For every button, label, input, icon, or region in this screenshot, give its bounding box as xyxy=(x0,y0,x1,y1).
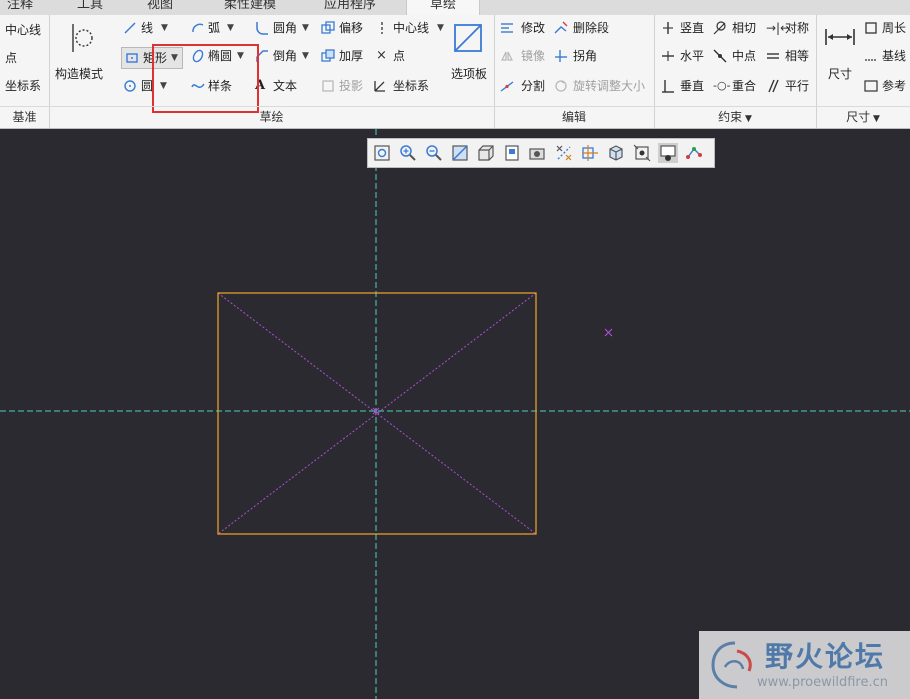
tab-flexible-modeling[interactable]: 柔性建模 xyxy=(210,0,290,15)
symmetric-icon: →|← xyxy=(766,21,791,35)
sketch-geometry xyxy=(0,129,910,699)
tab-annotate[interactable]: 注释 xyxy=(0,0,40,15)
thicken-icon xyxy=(321,49,335,62)
rectangle-icon xyxy=(126,53,138,63)
tab-applications[interactable]: 应用程序 xyxy=(310,0,390,15)
zoom-in-icon[interactable] xyxy=(398,143,418,163)
watermark-url: www.proewildfire.cn xyxy=(757,675,888,690)
perspective-icon[interactable] xyxy=(632,143,652,163)
sketch-display-filters-icon[interactable] xyxy=(554,143,574,163)
horizontal-icon xyxy=(662,51,674,61)
construction-mode-button[interactable]: 构造模式 xyxy=(53,19,105,89)
spin-center-icon[interactable] xyxy=(606,143,626,163)
perimeter-icon xyxy=(865,22,877,34)
ribbon: 中心线 点 坐标系 基准 构造模式 线 ▼ 矩形 ▼ 圆 ▼ 弧 ▼ 椭圆 ▼ … xyxy=(0,15,910,129)
rotate-resize-icon xyxy=(555,80,567,92)
rectangle-highlight-box xyxy=(152,44,259,113)
forum-watermark: 野火论坛 www.proewildfire.cn xyxy=(699,631,910,699)
offset-icon xyxy=(321,21,335,34)
annotation-display-icon[interactable] xyxy=(684,143,704,163)
equal-icon xyxy=(767,53,779,59)
view-manager-icon[interactable] xyxy=(528,143,548,163)
constrain-group: 竖直 相切 →|← 对称 水平 中点 相等 垂直 -○- 重合 平行 约束 ▼ xyxy=(654,15,817,128)
coordinate-system-icon xyxy=(374,81,385,92)
sketching-group-label: 草绘 xyxy=(49,106,494,128)
tab-sketch[interactable]: 草绘 xyxy=(406,0,480,15)
cursor-point-marker xyxy=(604,328,613,337)
display-style-icon[interactable] xyxy=(476,143,496,163)
ribbon-tabs: 注释 工具 视图 柔性建模 应用程序 草绘 xyxy=(0,0,910,15)
saved-orientations-icon[interactable] xyxy=(502,143,522,163)
view-toolbar xyxy=(367,138,715,168)
reference-icon xyxy=(864,80,878,92)
modify-icon xyxy=(501,23,513,33)
project-icon xyxy=(322,80,334,92)
midpoint-icon xyxy=(713,49,727,63)
dimension-icon xyxy=(825,29,855,45)
datum-group-label: 基准 xyxy=(0,106,49,128)
centerline-icon xyxy=(381,22,383,34)
editing-group: 修改 删除段 镜像 拐角 分割 旋转调整大小 编辑 xyxy=(494,15,655,128)
sketching-group: 构造模式 线 ▼ 矩形 ▼ 圆 ▼ 弧 ▼ 椭圆 ▼ 样条 圆角 ▼ 倒角 ▼ … xyxy=(49,15,495,128)
watermark-title: 野火论坛 xyxy=(765,640,886,673)
perpendicular-icon xyxy=(662,80,674,93)
fillet-icon xyxy=(256,22,268,35)
coincident-icon: -○- xyxy=(713,79,731,92)
corner-icon xyxy=(555,50,567,62)
tab-tools[interactable]: 工具 xyxy=(70,0,110,15)
mirror-icon xyxy=(501,51,513,61)
line-dropdown-icon[interactable]: ▼ xyxy=(161,17,168,39)
tab-view[interactable]: 视图 xyxy=(140,0,180,15)
point-icon: × xyxy=(376,48,387,63)
parallel-icon xyxy=(768,79,779,93)
palette-icon xyxy=(454,24,482,52)
tangent-icon xyxy=(713,21,726,35)
dimension-group-label[interactable]: 尺寸 ▼ xyxy=(816,106,910,128)
zoom-out-icon[interactable] xyxy=(424,143,444,163)
dimension-button[interactable]: 尺寸 xyxy=(820,19,860,89)
delete-segment-icon xyxy=(554,21,568,34)
rectangle-diagonal-1 xyxy=(217,292,537,535)
editing-group-label: 编辑 xyxy=(494,106,654,128)
palette-button[interactable]: 选项板 xyxy=(447,19,491,89)
arc-dropdown-icon[interactable]: ▼ xyxy=(227,17,234,39)
rectangle-diagonal-2 xyxy=(217,292,537,535)
dimension-group: 尺寸 周长 基线 参考 尺寸 ▼ xyxy=(816,15,910,128)
datum-display-icon[interactable] xyxy=(580,143,600,163)
circle-icon xyxy=(124,80,136,92)
baseline-icon xyxy=(865,59,877,61)
line-icon xyxy=(124,22,136,34)
repaint-icon[interactable] xyxy=(450,143,470,163)
construction-mode-icon xyxy=(72,24,93,52)
sketch-view-icon[interactable] xyxy=(658,143,678,163)
constrain-dropdown-icon: ▼ xyxy=(742,114,752,124)
chamfer-dropdown-icon[interactable]: ▼ xyxy=(302,45,309,67)
arc-icon xyxy=(192,23,204,33)
sketch-rectangle xyxy=(217,292,537,535)
divide-icon xyxy=(500,81,514,92)
centerline-dropdown-icon[interactable]: ▼ xyxy=(437,17,444,39)
forum-logo-icon xyxy=(711,641,752,689)
refit-icon[interactable] xyxy=(372,143,392,163)
constrain-group-label[interactable]: 约束 ▼ xyxy=(654,106,816,128)
datum-group: 中心线 点 坐标系 基准 xyxy=(0,15,50,128)
vertical-icon xyxy=(663,22,673,34)
dimension-dropdown-icon: ▼ xyxy=(870,114,880,124)
fillet-dropdown-icon[interactable]: ▼ xyxy=(302,17,309,39)
